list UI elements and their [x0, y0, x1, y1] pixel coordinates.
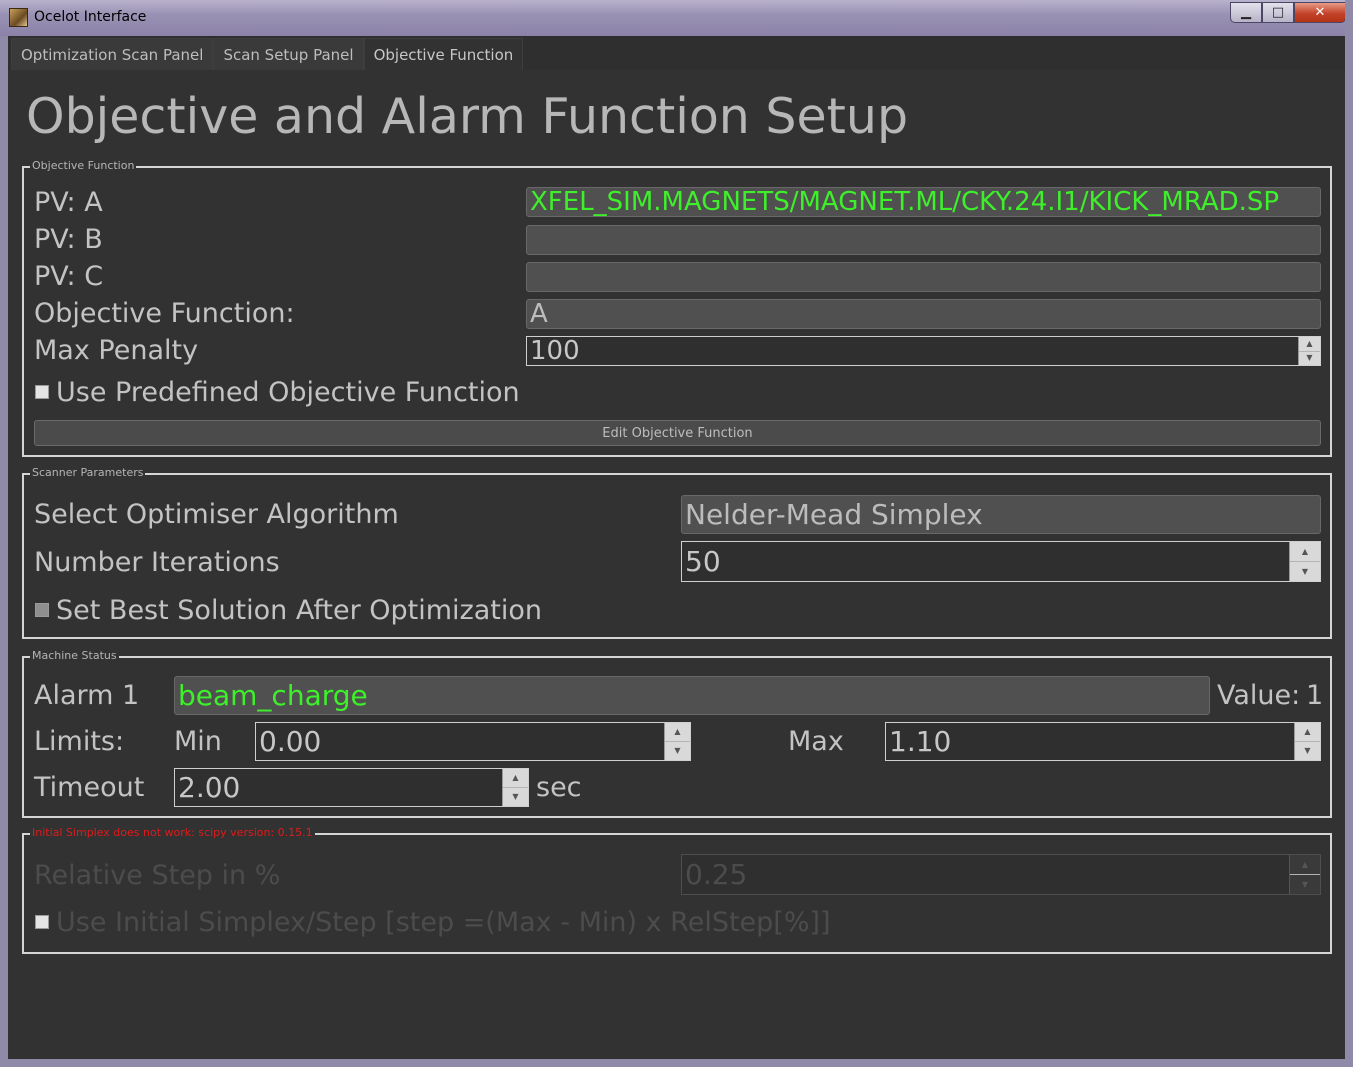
pv-b-label: PV: B [34, 224, 103, 255]
spin-up-icon[interactable]: ▲ [665, 723, 690, 741]
timeout-stepper[interactable]: ▲ ▼ [502, 769, 528, 806]
edit-objective-function-button[interactable]: Edit Objective Function [34, 420, 1321, 446]
min-label: Min [174, 726, 222, 757]
set-best-solution-label: Set Best Solution After Optimization [56, 595, 542, 626]
relative-step-stepper[interactable]: ▲ ▼ [1289, 855, 1320, 894]
objective-function-group: Objective Function PV: A XFEL_SIM.MAGNET… [22, 159, 1332, 457]
timeout-spinbox[interactable]: 2.00 ▲ ▼ [174, 768, 529, 807]
main-panel: Optimization Scan Panel Scan Setup Panel… [8, 36, 1345, 1059]
objective-function-input[interactable]: A [526, 299, 1321, 329]
spin-up-icon[interactable]: ▲ [503, 769, 528, 787]
pv-b-input[interactable] [526, 225, 1321, 255]
group-title: Scanner Parameters [30, 466, 146, 480]
machine-status-group: Machine Status Alarm 1 beam_charge Value… [22, 649, 1332, 818]
min-limit-value: 0.00 [259, 725, 322, 758]
use-initial-simplex-label: Use Initial Simplex/Step [step =(Max - M… [56, 907, 831, 938]
number-iterations-spinbox[interactable]: 50 ▲ ▼ [681, 541, 1321, 582]
relative-step-label: Relative Step in % [34, 860, 281, 891]
pv-c-input[interactable] [526, 262, 1321, 292]
pv-a-input[interactable]: XFEL_SIM.MAGNETS/MAGNET.ML/CKY.24.I1/KIC… [526, 187, 1321, 217]
page-title: Objective and Alarm Function Setup [26, 88, 909, 145]
group-title: Objective Function [30, 159, 137, 173]
app-icon [9, 8, 28, 27]
alarm-pv-input[interactable]: beam_charge [174, 676, 1210, 715]
maximize-button[interactable]: □ [1262, 2, 1294, 23]
spin-down-icon[interactable]: ▼ [665, 741, 690, 760]
timeout-unit-label: sec [536, 772, 582, 803]
optimiser-algorithm-label: Select Optimiser Algorithm [34, 499, 399, 530]
window-frame-bottom [0, 1059, 1353, 1067]
max-limit-spinbox[interactable]: 1.10 ▲ ▼ [885, 722, 1321, 761]
spin-down-icon[interactable]: ▼ [1295, 741, 1320, 760]
tab-optimization-scan-panel[interactable]: Optimization Scan Panel [11, 38, 214, 70]
use-predefined-checkbox[interactable] [35, 385, 49, 399]
window-title: Ocelot Interface [34, 9, 147, 25]
spin-down-icon[interactable]: ▼ [1299, 350, 1320, 366]
alarm-value: 1 [1306, 680, 1324, 711]
tab-objective-function[interactable]: Objective Function [363, 38, 524, 70]
alarm-value-label: Value: [1217, 680, 1301, 711]
scipy-version-warning: Initial Simplex does not work: scipy ver… [30, 826, 315, 840]
set-best-solution-checkbox[interactable] [35, 603, 49, 617]
limits-label: Limits: [34, 726, 125, 757]
use-initial-simplex-checkbox[interactable] [35, 915, 49, 929]
spin-down-icon[interactable]: ▼ [503, 787, 528, 806]
number-iterations-value: 50 [685, 545, 721, 578]
max-penalty-spinbox[interactable]: 100 ▲ ▼ [526, 336, 1321, 366]
minimize-button[interactable]: ▁ [1230, 2, 1262, 23]
close-button[interactable]: ✕ [1294, 2, 1346, 23]
max-limit-value: 1.10 [889, 725, 952, 758]
objective-function-label: Objective Function: [34, 298, 295, 329]
tab-bar: Optimization Scan Panel Scan Setup Panel… [8, 36, 1345, 70]
max-penalty-stepper[interactable]: ▲ ▼ [1298, 337, 1320, 365]
spin-up-icon[interactable]: ▲ [1290, 542, 1320, 561]
spin-up-icon[interactable]: ▲ [1299, 337, 1320, 351]
min-limit-spinbox[interactable]: 0.00 ▲ ▼ [255, 722, 691, 761]
pv-c-label: PV: C [34, 261, 104, 292]
relative-step-spinbox[interactable]: 0.25 ▲ ▼ [681, 854, 1321, 895]
min-limit-stepper[interactable]: ▲ ▼ [664, 723, 690, 760]
spin-down-icon[interactable]: ▼ [1290, 874, 1320, 894]
max-penalty-value: 100 [530, 336, 580, 366]
window-frame-right [1345, 0, 1353, 1067]
spin-up-icon[interactable]: ▲ [1290, 855, 1320, 874]
timeout-value: 2.00 [178, 771, 241, 804]
group-title: Machine Status [30, 649, 119, 663]
pv-a-label: PV: A [34, 187, 103, 218]
spin-down-icon[interactable]: ▼ [1290, 561, 1320, 581]
initial-simplex-group: Initial Simplex does not work: scipy ver… [22, 826, 1332, 954]
relative-step-value: 0.25 [685, 858, 748, 891]
alarm-label: Alarm 1 [34, 680, 140, 711]
spin-up-icon[interactable]: ▲ [1295, 723, 1320, 741]
timeout-label: Timeout [34, 772, 145, 803]
optimiser-algorithm-select[interactable]: Nelder-Mead Simplex [681, 495, 1321, 534]
window-controls: ▁ □ ✕ [1230, 2, 1346, 23]
number-iterations-stepper[interactable]: ▲ ▼ [1289, 542, 1320, 581]
scanner-parameters-group: Scanner Parameters Select Optimiser Algo… [22, 466, 1332, 639]
window-titlebar[interactable]: Ocelot Interface ▁ □ ✕ [0, 0, 1353, 36]
use-predefined-label: Use Predefined Objective Function [56, 377, 520, 408]
max-label: Max [788, 726, 844, 757]
number-iterations-label: Number Iterations [34, 547, 280, 578]
max-limit-stepper[interactable]: ▲ ▼ [1294, 723, 1320, 760]
window-frame-left [0, 36, 8, 1067]
max-penalty-label: Max Penalty [34, 335, 199, 366]
tab-scan-setup-panel[interactable]: Scan Setup Panel [213, 38, 364, 70]
